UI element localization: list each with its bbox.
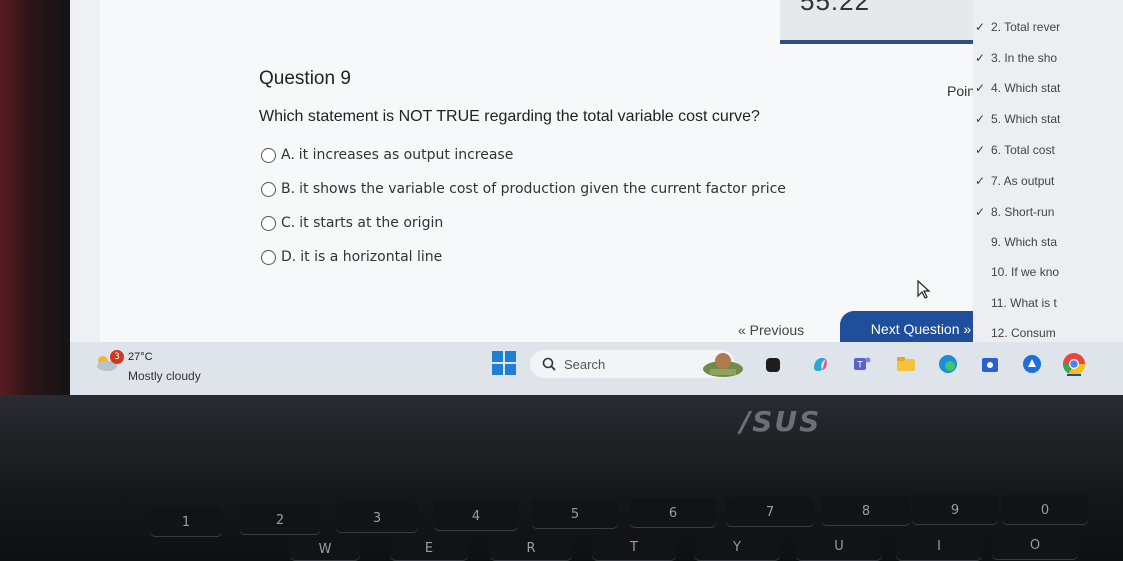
mouse-cursor-icon <box>917 280 931 299</box>
option-letter: A. <box>281 147 295 163</box>
svg-text:T: T <box>856 361 863 371</box>
option-c[interactable]: C. it starts at the origin <box>261 215 443 231</box>
copilot-icon[interactable] <box>810 354 830 374</box>
option-text: it starts at the origin <box>299 215 444 231</box>
checkmark-icon: ✓ <box>974 81 986 95</box>
laptop-keyboard: /SUS 1 2 3 4 5 6 7 8 9 0 W E R T Y U I O <box>0 395 1123 561</box>
chrome-icon[interactable] <box>1062 352 1086 376</box>
teams-icon[interactable]: T <box>852 354 872 374</box>
checkmark-icon: ✓ <box>974 51 986 65</box>
option-a[interactable]: A. it increases as output increase <box>261 147 513 163</box>
key-2: 2 <box>240 505 320 535</box>
asus-logo: /SUS <box>740 405 822 438</box>
question-text: Which statement is NOT TRUE regarding th… <box>259 108 760 125</box>
key-7: 7 <box>726 497 814 527</box>
option-b[interactable]: B. it shows the variable cost of product… <box>261 181 786 197</box>
taskbar: 3 27°C Mostly cloudy Search T <box>70 342 1123 395</box>
question-list-item[interactable]: 9. Which sta <box>973 235 1123 249</box>
checkmark-icon: ✓ <box>974 205 986 219</box>
key-1: 1 <box>150 507 222 537</box>
radio-button[interactable] <box>261 181 276 197</box>
search-icon <box>542 357 556 371</box>
question-list-item[interactable]: ✓ 6. Total cost <box>973 143 1123 157</box>
key-5: 5 <box>532 499 618 529</box>
radio-button[interactable] <box>261 249 276 265</box>
timer: 55:22 <box>800 0 871 16</box>
key-4: 4 <box>434 501 518 531</box>
option-text: it is a horizontal line <box>300 249 443 265</box>
question-list-item[interactable]: ✓ 3. In the sho <box>973 51 1123 65</box>
question-list-item[interactable]: 12. Consum <box>973 326 1123 340</box>
weather-temperature[interactable]: 27°C <box>128 351 153 363</box>
quiz-content: 55:22 Question 9 Points: 1 Which stateme… <box>100 0 1045 347</box>
question-list-item[interactable]: ✓ 8. Short-run <box>973 205 1123 219</box>
checkmark-icon: ✓ <box>974 143 986 157</box>
key-r: R <box>490 535 572 561</box>
file-explorer-icon[interactable] <box>896 354 916 374</box>
radio-button[interactable] <box>261 215 276 231</box>
previous-button[interactable]: « Previous <box>738 322 804 338</box>
key-3: 3 <box>336 503 418 533</box>
key-8: 8 <box>822 496 910 526</box>
search-label: Search <box>564 356 606 372</box>
option-d[interactable]: D. it is a horizontal line <box>261 249 442 265</box>
task-view-icon[interactable] <box>766 358 780 372</box>
key-6: 6 <box>630 498 716 528</box>
key-u: U <box>796 532 882 561</box>
timer-box: 55:22 <box>780 0 1000 44</box>
key-0: 0 <box>1002 495 1088 525</box>
key-w: W <box>290 537 360 561</box>
key-9: 9 <box>912 495 998 525</box>
key-o: O <box>992 530 1078 560</box>
app-icon[interactable] <box>1022 354 1042 374</box>
windows-start-icon[interactable] <box>492 351 516 375</box>
question-list-item[interactable]: 11. What is t <box>973 296 1123 310</box>
laptop-bezel <box>0 0 70 400</box>
key-t: T <box>592 534 676 561</box>
key-i: I <box>896 531 982 561</box>
question-list-item[interactable]: ✓ 2. Total rever <box>973 20 1123 34</box>
search-highlight-icon <box>703 353 743 377</box>
weather-condition[interactable]: Mostly cloudy <box>128 369 201 383</box>
checkmark-icon: ✓ <box>974 174 986 188</box>
radio-button[interactable] <box>261 147 276 163</box>
weather-badge: 3 <box>110 350 124 364</box>
question-list-item[interactable]: ✓ 5. Which stat <box>973 112 1123 126</box>
question-list-item[interactable]: ✓ 7. As output <box>973 174 1123 188</box>
question-title: Question 9 <box>259 68 351 89</box>
edge-icon[interactable] <box>938 354 958 374</box>
question-list: ✓ 2. Total rever ✓ 3. In the sho ✓ 4. Wh… <box>973 0 1123 342</box>
option-letter: D. <box>281 249 297 265</box>
option-letter: B. <box>281 181 296 197</box>
option-text: it shows the variable cost of production… <box>299 181 786 197</box>
screen: 55:22 Question 9 Points: 1 Which stateme… <box>70 0 1123 395</box>
checkmark-icon: ✓ <box>974 20 986 34</box>
key-y: Y <box>694 533 780 561</box>
store-icon[interactable] <box>980 354 1000 374</box>
key-e: E <box>390 536 468 561</box>
option-letter: C. <box>281 215 296 231</box>
checkmark-icon: ✓ <box>974 112 986 126</box>
question-list-item[interactable]: ✓ 4. Which stat <box>973 81 1123 95</box>
option-text: it increases as output increase <box>298 147 514 163</box>
question-list-item[interactable]: 10. If we kno <box>973 265 1123 279</box>
